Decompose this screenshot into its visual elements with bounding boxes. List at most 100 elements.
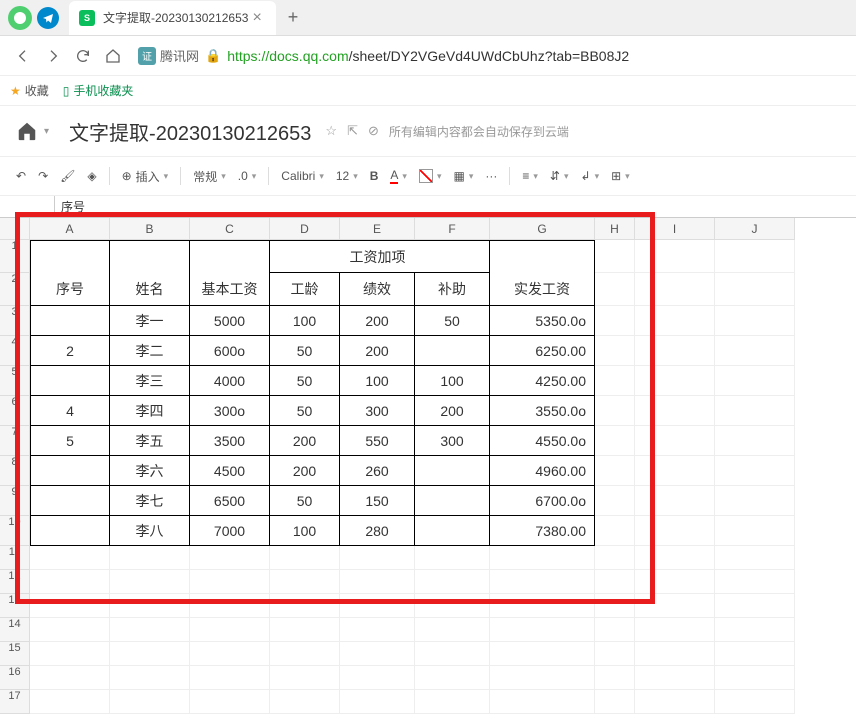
- cell[interactable]: 200: [270, 456, 340, 486]
- clear-format-button[interactable]: ◈: [87, 169, 96, 183]
- cell[interactable]: [415, 594, 490, 618]
- cell[interactable]: [415, 618, 490, 642]
- font-size-button[interactable]: 12 ▾: [336, 169, 358, 183]
- cell[interactable]: [340, 546, 415, 570]
- cell[interactable]: [595, 546, 635, 570]
- cell[interactable]: [595, 426, 635, 456]
- cell[interactable]: 300: [340, 396, 415, 426]
- cell[interactable]: [715, 690, 795, 714]
- row-header[interactable]: 12: [0, 570, 30, 594]
- cell[interactable]: 50: [270, 366, 340, 396]
- url-text[interactable]: https://docs.qq.com/sheet/DY2VGeVd4UWdCb…: [227, 48, 629, 64]
- cell[interactable]: 李四: [110, 396, 190, 426]
- col-header[interactable]: F: [415, 218, 490, 240]
- cell[interactable]: 6500: [190, 486, 270, 516]
- cell[interactable]: 5000: [190, 306, 270, 336]
- cell[interactable]: 50: [415, 306, 490, 336]
- cell[interactable]: [270, 594, 340, 618]
- text-color-button[interactable]: A ▾: [390, 168, 407, 184]
- back-button[interactable]: [8, 41, 38, 71]
- cell[interactable]: [715, 666, 795, 690]
- merge-button[interactable]: ⊞ ▾: [611, 169, 630, 183]
- cell[interactable]: 100: [340, 366, 415, 396]
- select-all[interactable]: [0, 218, 30, 240]
- cell[interactable]: [595, 594, 635, 618]
- cell-header[interactable]: 绩效: [340, 273, 415, 306]
- cell[interactable]: [270, 570, 340, 594]
- cell[interactable]: 280: [340, 516, 415, 546]
- cell[interactable]: [30, 666, 110, 690]
- cell[interactable]: [715, 570, 795, 594]
- cell[interactable]: [415, 486, 490, 516]
- cell[interactable]: [30, 306, 110, 336]
- bookmarks-mobile[interactable]: 手机收藏夹: [63, 82, 134, 99]
- cell[interactable]: [30, 690, 110, 714]
- cell[interactable]: [190, 666, 270, 690]
- cell[interactable]: [715, 594, 795, 618]
- cell[interactable]: [110, 666, 190, 690]
- doc-home-dropdown[interactable]: ▾: [44, 126, 49, 137]
- font-family-button[interactable]: Calibri ▾: [281, 169, 324, 183]
- cell[interactable]: [715, 546, 795, 570]
- cell[interactable]: [190, 690, 270, 714]
- borders-button[interactable]: ▦ ▾: [453, 169, 473, 183]
- cell[interactable]: [595, 456, 635, 486]
- cell[interactable]: [110, 546, 190, 570]
- telegram-icon[interactable]: [37, 7, 59, 29]
- cell[interactable]: [595, 336, 635, 366]
- cell[interactable]: [190, 618, 270, 642]
- cell[interactable]: [30, 240, 110, 273]
- bookmarks-label[interactable]: 收藏: [25, 82, 49, 99]
- cell[interactable]: 100: [270, 516, 340, 546]
- cell[interactable]: [415, 456, 490, 486]
- name-box[interactable]: [0, 196, 55, 217]
- cell[interactable]: [715, 456, 795, 486]
- cell[interactable]: [595, 642, 635, 666]
- cell[interactable]: [635, 486, 715, 516]
- forward-button[interactable]: [38, 41, 68, 71]
- cell[interactable]: 4960.00: [490, 456, 595, 486]
- cell[interactable]: [270, 618, 340, 642]
- row-header[interactable]: 1: [0, 240, 30, 273]
- cell[interactable]: 4250.00: [490, 366, 595, 396]
- cell[interactable]: [190, 240, 270, 273]
- cell[interactable]: [340, 666, 415, 690]
- cell[interactable]: [635, 273, 715, 306]
- cell[interactable]: [715, 396, 795, 426]
- cell[interactable]: 300: [415, 426, 490, 456]
- cell[interactable]: [270, 666, 340, 690]
- cell[interactable]: 4000: [190, 366, 270, 396]
- cell[interactable]: [415, 336, 490, 366]
- cell[interactable]: [190, 642, 270, 666]
- cell[interactable]: [30, 456, 110, 486]
- cell[interactable]: [635, 396, 715, 426]
- cell[interactable]: [30, 618, 110, 642]
- col-header[interactable]: E: [340, 218, 415, 240]
- cell[interactable]: [490, 642, 595, 666]
- cell[interactable]: [30, 594, 110, 618]
- cell[interactable]: 李三: [110, 366, 190, 396]
- cell[interactable]: 100: [270, 306, 340, 336]
- cell[interactable]: [415, 642, 490, 666]
- cell[interactable]: [595, 306, 635, 336]
- cell[interactable]: [110, 642, 190, 666]
- fill-color-button[interactable]: ▾: [419, 169, 442, 183]
- row-header[interactable]: 5: [0, 366, 30, 396]
- cell[interactable]: [490, 240, 595, 273]
- cell[interactable]: [30, 570, 110, 594]
- row-header[interactable]: 15: [0, 642, 30, 666]
- cell[interactable]: 260: [340, 456, 415, 486]
- row-header[interactable]: 10: [0, 516, 30, 546]
- decimal-button[interactable]: .0 ▾: [238, 169, 257, 183]
- cell-header[interactable]: 工龄: [270, 273, 340, 306]
- cell[interactable]: [490, 570, 595, 594]
- cell[interactable]: [340, 618, 415, 642]
- cell[interactable]: [30, 516, 110, 546]
- cell[interactable]: [340, 642, 415, 666]
- cell[interactable]: 李二: [110, 336, 190, 366]
- row-header[interactable]: 6: [0, 396, 30, 426]
- cell[interactable]: [635, 240, 715, 273]
- v-align-button[interactable]: ⇵ ▾: [550, 169, 569, 183]
- cell[interactable]: [595, 516, 635, 546]
- cell[interactable]: [595, 666, 635, 690]
